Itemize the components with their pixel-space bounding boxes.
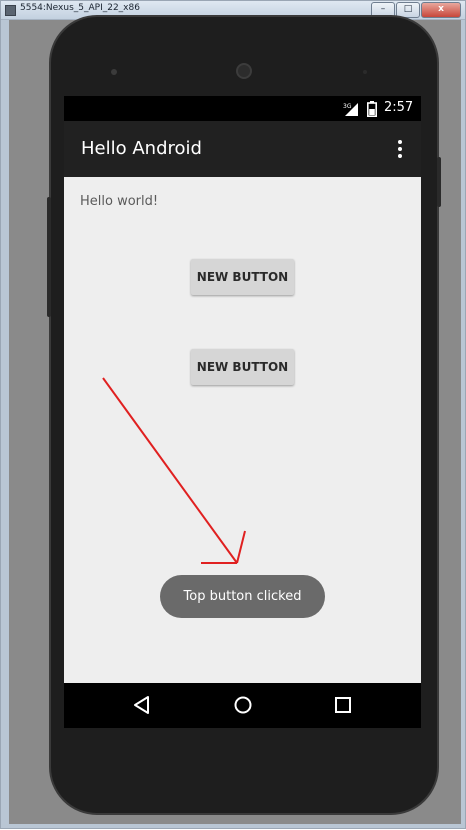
status-time: 2:57 [384,100,414,115]
navigation-bar [64,683,421,728]
bottom-new-button[interactable]: NEW BUTTON [191,349,294,385]
emulator-window: 5554:Nexus_5_API_22_x86 – □ x 3G 2:57 He… [0,0,466,829]
home-circle-icon[interactable] [232,694,254,716]
device-screen: 3G 2:57 Hello Android Hello world! NEW B… [64,96,421,728]
earpiece [111,69,117,75]
power-button[interactable] [437,157,441,207]
front-camera [236,63,252,79]
hello-world-text: Hello world! [80,194,159,209]
network-type-label: 3G [343,103,352,110]
activity-content: Hello world! NEW BUTTON NEW BUTTON Top b… [64,177,421,683]
signal-icon: 3G [343,103,358,116]
proximity-sensor [363,70,367,74]
top-new-button[interactable]: NEW BUTTON [191,259,294,295]
status-bar: 3G 2:57 [64,96,421,121]
back-triangle-icon[interactable] [131,694,153,716]
more-vert-icon[interactable] [388,137,412,161]
toast-message: Top button clicked [160,575,325,618]
recents-square-icon[interactable] [332,694,354,716]
battery-icon [367,101,377,117]
close-button[interactable]: x [421,2,461,18]
action-bar: Hello Android [64,121,421,177]
app-icon [5,5,16,16]
window-title: 5554:Nexus_5_API_22_x86 [20,3,140,13]
app-title: Hello Android [81,138,202,159]
volume-button[interactable] [47,197,51,317]
